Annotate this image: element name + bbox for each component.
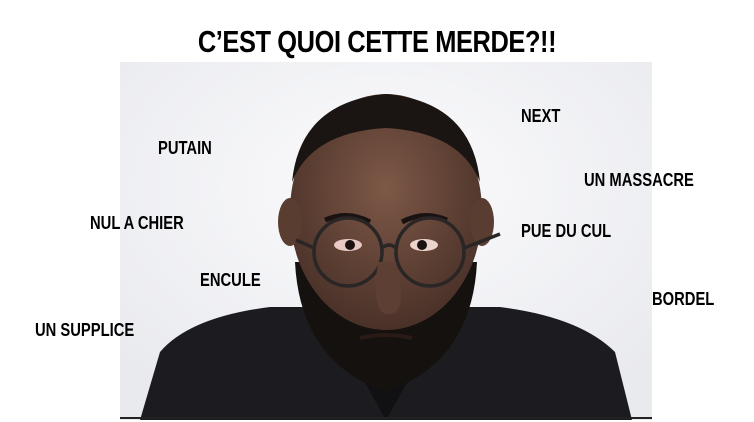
word-putain: PUTAIN	[158, 138, 212, 158]
left-ear	[278, 198, 302, 246]
word-un-supplice: UN SUPPLICE	[35, 320, 135, 340]
word-pue-du-cul: PUE DU CUL	[521, 221, 612, 241]
word-un-massacre: UN MASSACRE	[584, 170, 694, 190]
word-nul-a-chier: NUL A CHIER	[90, 213, 184, 233]
word-encule: ENCULE	[200, 270, 261, 290]
word-next: NEXT	[521, 106, 561, 126]
word-bordel: BORDEL	[652, 289, 715, 309]
meme-title: C’EST QUOI CETTE MERDE?!!	[197, 24, 557, 59]
nose	[375, 262, 401, 314]
